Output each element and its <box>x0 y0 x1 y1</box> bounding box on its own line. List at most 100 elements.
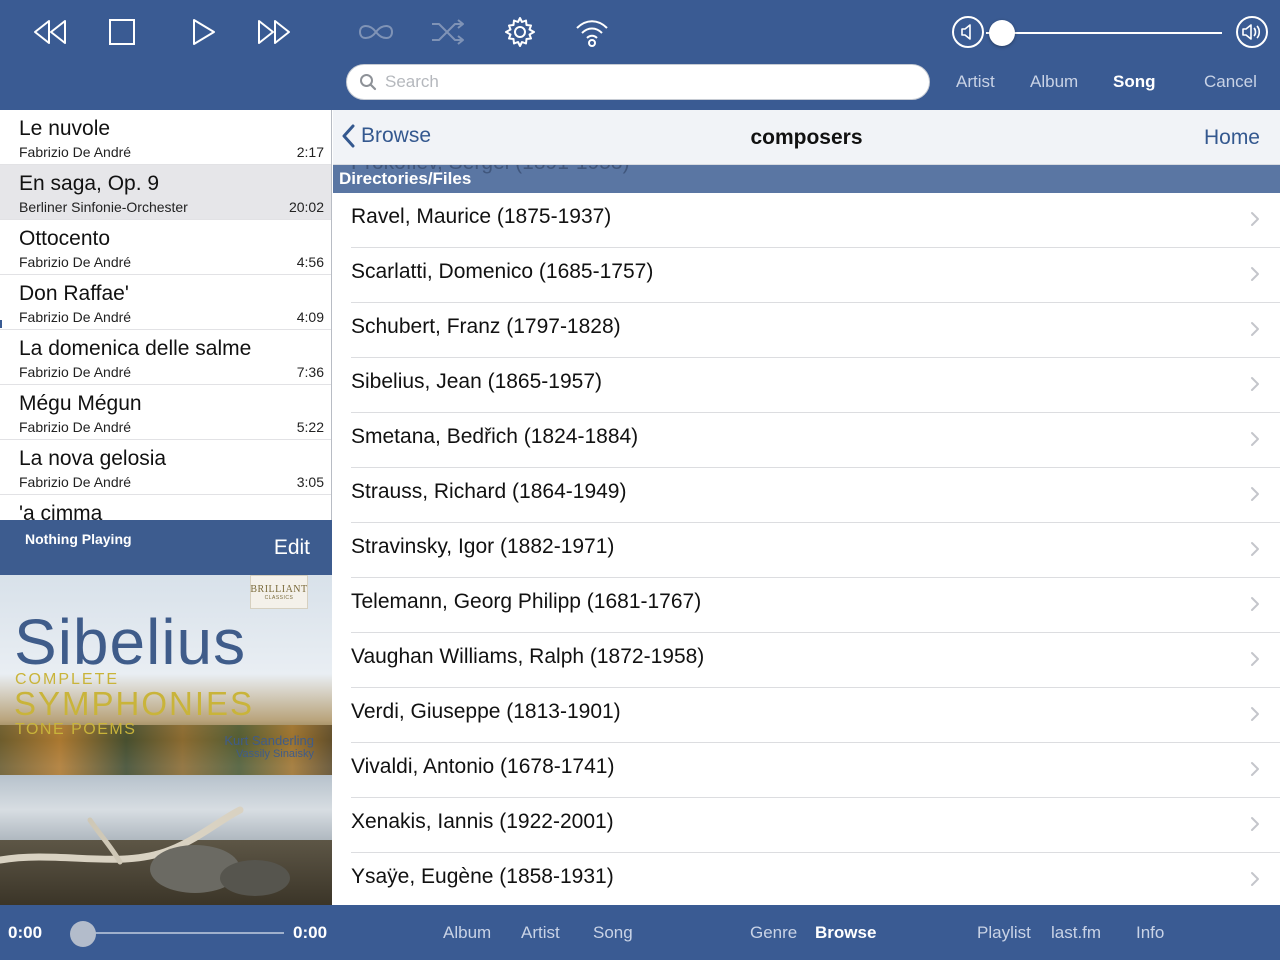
queue-item-title: Le nuvole <box>19 117 111 140</box>
queue-item-title: Ottocento <box>19 227 111 250</box>
shuffle-button[interactable] <box>426 12 470 52</box>
total-time: 0:00 <box>293 923 328 942</box>
chevron-right-icon <box>1251 322 1259 336</box>
chevron-right-icon <box>1251 377 1259 391</box>
tab-song[interactable]: Song <box>593 923 633 943</box>
composer-row[interactable]: Vaughan Williams, Ralph (1872-1958) <box>333 633 1280 688</box>
composer-row-label: Smetana, Bedřich (1824-1884) <box>351 425 639 448</box>
composer-row[interactable]: Ravel, Maurice (1875-1937) <box>333 193 1280 248</box>
composer-row[interactable]: Schubert, Franz (1797-1828) <box>333 303 1280 358</box>
volume-track <box>986 32 1222 34</box>
album-art[interactable]: BRILLIANT CLASSICS Sibelius COMPLETE SYM… <box>0 575 332 905</box>
play-button[interactable] <box>182 12 226 52</box>
composer-row[interactable]: Verdi, Giuseppe (1813-1901) <box>333 688 1280 743</box>
tab-album[interactable]: Album <box>443 923 491 943</box>
seek-track <box>82 932 284 934</box>
composer-row-label: Strauss, Richard (1864-1949) <box>351 480 627 503</box>
tab-browse[interactable]: Browse <box>815 923 876 943</box>
chevron-right-icon <box>1251 597 1259 611</box>
seek-knob[interactable] <box>70 921 96 947</box>
queue-item[interactable]: 'a cimma <box>0 495 331 520</box>
tab-artist[interactable]: Artist <box>521 923 560 943</box>
composer-row-label: Ravel, Maurice (1875-1937) <box>351 205 612 228</box>
edit-button[interactable]: Edit <box>274 536 310 560</box>
volume-knob[interactable] <box>989 20 1015 46</box>
queue-item-artist: Fabrizio De André <box>19 254 132 270</box>
home-button[interactable]: Home <box>1204 126 1260 150</box>
chevron-right-icon <box>1251 762 1259 776</box>
cancel-button[interactable]: Cancel <box>1204 72 1257 92</box>
seek-slider[interactable] <box>70 919 286 947</box>
scope-artist[interactable]: Artist <box>956 72 995 92</box>
play-queue[interactable]: Le nuvole Fabrizio De André 2:17 En saga… <box>0 110 332 520</box>
queue-item[interactable]: Le nuvole Fabrizio De André 2:17 <box>0 110 331 165</box>
tab-playlist[interactable]: Playlist <box>977 923 1031 943</box>
album-art-rock <box>220 860 290 896</box>
queue-item[interactable]: La nova gelosia Fabrizio De André 3:05 <box>0 440 331 495</box>
queue-item[interactable]: Mégu Mégun Fabrizio De André 5:22 <box>0 385 331 440</box>
composer-row[interactable]: Ysaÿe, Eugène (1858-1931) <box>333 853 1280 905</box>
stop-icon <box>109 19 135 45</box>
repeat-button[interactable] <box>354 12 398 52</box>
queue-item-selected[interactable]: En saga, Op. 9 Berliner Sinfonie-Orchest… <box>0 165 331 220</box>
composer-row[interactable]: Vivaldi, Antonio (1678-1741) <box>333 743 1280 798</box>
composer-row-label: Vaughan Williams, Ralph (1872-1958) <box>351 645 705 668</box>
chevron-left-icon <box>342 124 355 148</box>
fast-forward-button[interactable] <box>252 12 296 52</box>
composer-list[interactable]: Ravel, Maurice (1875-1937) Scarlatti, Dom… <box>333 193 1280 905</box>
browse-nav-bar: Browse composers Home <box>333 110 1280 165</box>
composer-row-label: Verdi, Giuseppe (1813-1901) <box>351 700 621 723</box>
queue-item-artist: Fabrizio De André <box>19 474 132 490</box>
shuffle-icon <box>432 19 464 45</box>
tab-genre[interactable]: Genre <box>750 923 797 943</box>
chevron-right-icon <box>1251 487 1259 501</box>
settings-button[interactable] <box>498 12 542 52</box>
wifi-icon <box>576 20 608 47</box>
queue-item-duration: 3:05 <box>296 474 324 490</box>
composer-row-label: Telemann, Georg Philipp (1681-1767) <box>351 590 702 613</box>
composer-row[interactable]: Xenakis, Iannis (1922-2001) <box>333 798 1280 853</box>
composer-row[interactable]: Sibelius, Jean (1865-1957) <box>333 358 1280 413</box>
queue-item-title: Mégu Mégun <box>19 392 142 415</box>
chevron-right-icon <box>1251 652 1259 666</box>
tab-info[interactable]: Info <box>1136 923 1164 943</box>
queue-item[interactable]: Ottocento Fabrizio De André 4:56 <box>0 220 331 275</box>
volume-low-icon <box>952 16 984 48</box>
section-header: Prokofiev, Sergei (1891-1953) Directorie… <box>333 165 1280 193</box>
rewind-button[interactable] <box>28 12 72 52</box>
stop-button[interactable] <box>100 12 144 52</box>
now-playing-label: Nothing Playing <box>25 531 132 547</box>
album-art-label-name: BRILLIANT <box>250 583 308 595</box>
album-art-title: Sibelius <box>14 606 247 678</box>
volume-down-button[interactable] <box>946 12 990 52</box>
queue-item-title: Don Raffae' <box>19 282 129 305</box>
queue-item-artist: Fabrizio De André <box>19 364 132 380</box>
composer-row[interactable]: Strauss, Richard (1864-1949) <box>333 468 1280 523</box>
back-button[interactable]: Browse <box>341 124 431 148</box>
search-field[interactable] <box>346 64 930 100</box>
scope-album[interactable]: Album <box>1030 72 1078 92</box>
queue-item[interactable]: Don Raffae' Fabrizio De André 4:09 <box>0 275 331 330</box>
wifi-button[interactable] <box>570 12 614 52</box>
composer-row[interactable]: Telemann, Georg Philipp (1681-1767) <box>333 578 1280 633</box>
composer-row-label: Vivaldi, Antonio (1678-1741) <box>351 755 615 778</box>
chevron-right-icon <box>1251 542 1259 556</box>
composer-row-label: Xenakis, Iannis (1922-2001) <box>351 810 614 833</box>
scope-song[interactable]: Song <box>1113 72 1156 92</box>
album-art-label-logo: BRILLIANT CLASSICS <box>250 575 308 609</box>
tab-lastfm[interactable]: last.fm <box>1051 923 1101 943</box>
chevron-right-icon <box>1251 267 1259 281</box>
composer-row[interactable]: Smetana, Bedřich (1824-1884) <box>333 413 1280 468</box>
queue-item-title: En saga, Op. 9 <box>19 172 160 195</box>
queue-item-artist: Fabrizio De André <box>19 309 132 325</box>
queue-item[interactable]: La domenica delle salme Fabrizio De Andr… <box>0 330 331 385</box>
search-input[interactable] <box>385 72 905 92</box>
elapsed-time: 0:00 <box>8 923 43 942</box>
volume-up-button[interactable] <box>1230 12 1274 52</box>
now-playing-bar: Nothing Playing Edit <box>0 520 332 575</box>
back-button-label: Browse <box>361 124 432 147</box>
composer-row[interactable]: Scarlatti, Domenico (1685-1757) <box>333 248 1280 303</box>
top-toolbar: Artist Album Song Cancel <box>0 0 1280 110</box>
volume-slider[interactable] <box>986 18 1226 48</box>
composer-row[interactable]: Stravinsky, Igor (1882-1971) <box>333 523 1280 578</box>
